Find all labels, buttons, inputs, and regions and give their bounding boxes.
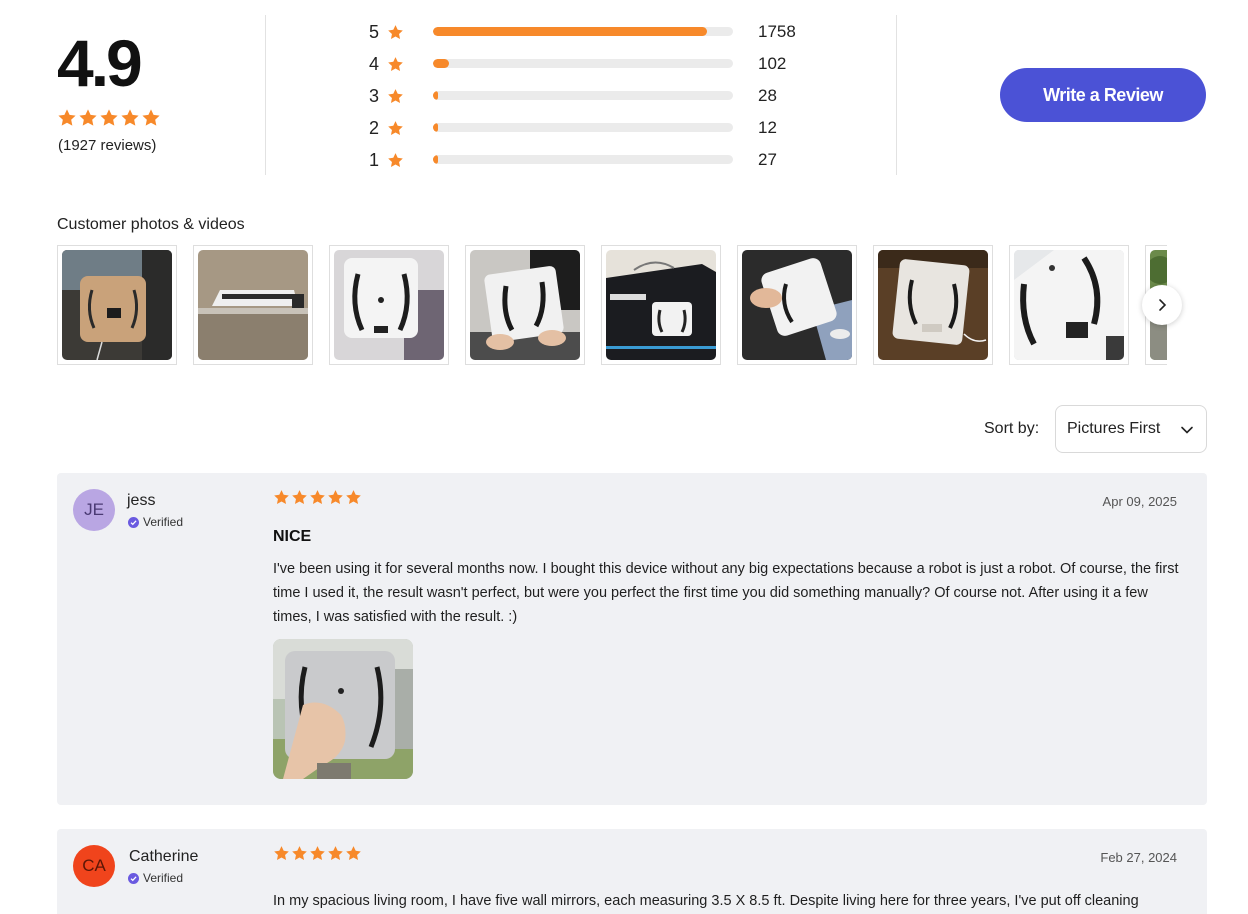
robot-in-hand-photo [742,250,852,360]
photo-thumbnail[interactable] [873,245,993,365]
rating-row-5[interactable]: 5 1758 [365,19,825,51]
star-icon [273,489,290,506]
rating-bar [433,155,733,164]
review-card: CA Catherine Verified Feb 27, 2024 In my… [57,829,1207,914]
star-icon [387,24,404,41]
verified-check-icon [128,872,139,884]
rating-row-stars: 3 [368,86,379,106]
sort-label: Sort by: [984,420,1040,437]
write-review-button[interactable]: Write a Review [1000,68,1206,122]
star-icon [345,489,362,506]
avatar: CA [73,845,115,887]
rating-row-count: 1758 [758,22,796,41]
rating-row-stars: 4 [368,54,379,74]
photo-thumbnail[interactable] [601,245,721,365]
review-count: (1927 reviews) [58,137,157,154]
star-icon [120,108,140,128]
photo-thumbnail[interactable] [737,245,857,365]
average-rating: 4.9 [57,26,143,100]
verified-label: Verified [143,871,184,885]
average-stars [57,108,161,128]
rating-row-stars: 2 [368,118,379,138]
star-icon [78,108,98,128]
robot-on-floor-photo [878,250,988,360]
rating-row-stars: 5 [368,22,379,42]
photo-strip [57,245,1167,365]
robot-on-window-photo [62,250,172,360]
chevron-right-icon [1159,299,1167,311]
review-photo[interactable] [273,639,413,779]
review-date: Feb 27, 2024 [1100,850,1177,865]
rating-row-2[interactable]: 2 12 [365,115,825,147]
rating-distribution: 5 1758 4 102 3 28 2 12 1 27 [365,19,825,179]
divider [896,15,897,175]
review-author: Catherine [129,848,199,865]
sort-selected-value: Pictures First [1067,420,1161,437]
star-icon [291,845,308,862]
rating-bar [433,91,733,100]
rating-row-stars: 1 [368,150,379,170]
star-icon [387,152,404,169]
rating-row-count: 27 [758,150,777,169]
robot-closeup-photo [1014,250,1124,360]
rating-bar-fill [433,91,438,100]
star-icon [57,108,77,128]
photos-next-button[interactable] [1142,285,1182,325]
rating-bar-fill [433,59,449,68]
avatar: JE [73,489,115,531]
rating-row-4[interactable]: 4 102 [365,51,825,83]
review-author: jess [127,492,156,509]
robot-window-photo-icon [273,639,413,779]
verified-badge: Verified [128,871,183,885]
rating-bar-fill [433,123,438,132]
robot-held-lap-photo [470,250,580,360]
rating-row-1[interactable]: 1 27 [365,147,825,179]
star-icon [309,845,326,862]
photo-thumbnail[interactable] [193,245,313,365]
verified-label: Verified [143,515,184,529]
rating-bar [433,59,733,68]
rating-bar [433,27,733,36]
sort-dropdown[interactable]: Pictures First [1055,405,1207,453]
review-body: I've been using it for several months no… [273,561,1179,625]
photo-thumbnail[interactable] [329,245,449,365]
star-icon [327,845,344,862]
robot-held-photo [334,250,444,360]
star-icon [345,845,362,862]
star-icon [387,56,404,73]
star-icon [309,489,326,506]
review-date: Apr 09, 2025 [1102,494,1177,509]
divider [265,15,266,175]
review-stars [273,845,362,862]
star-icon [273,845,290,862]
chevron-down-icon [1181,426,1193,434]
review-title: NICE [273,528,312,545]
verified-badge: Verified [128,515,183,529]
rating-row-count: 102 [758,54,787,73]
review-body: In my spacious living room, I have five … [273,893,1139,909]
star-icon [327,489,344,506]
rating-bar-fill [433,27,707,36]
star-icon [99,108,119,128]
photo-thumbnail[interactable] [57,245,177,365]
robot-box-photo [606,250,716,360]
photo-thumbnail[interactable] [465,245,585,365]
verified-check-icon [128,516,139,528]
rating-row-count: 12 [758,118,777,137]
photos-title: Customer photos & videos [57,216,245,233]
star-icon [141,108,161,128]
rating-bar-fill [433,155,438,164]
star-icon [387,88,404,105]
photo-thumbnail[interactable] [1009,245,1129,365]
robot-on-table-photo [198,250,308,360]
rating-row-3[interactable]: 3 28 [365,83,825,115]
rating-summary: 4.9 (1927 reviews) 5 1758 4 102 3 28 2 1… [0,0,1248,190]
rating-bar [433,123,733,132]
review-stars [273,489,362,506]
star-icon [291,489,308,506]
rating-row-count: 28 [758,86,777,105]
star-icon [387,120,404,137]
review-card: JE jess Verified Apr 09, 2025 NICE I've … [57,473,1207,805]
